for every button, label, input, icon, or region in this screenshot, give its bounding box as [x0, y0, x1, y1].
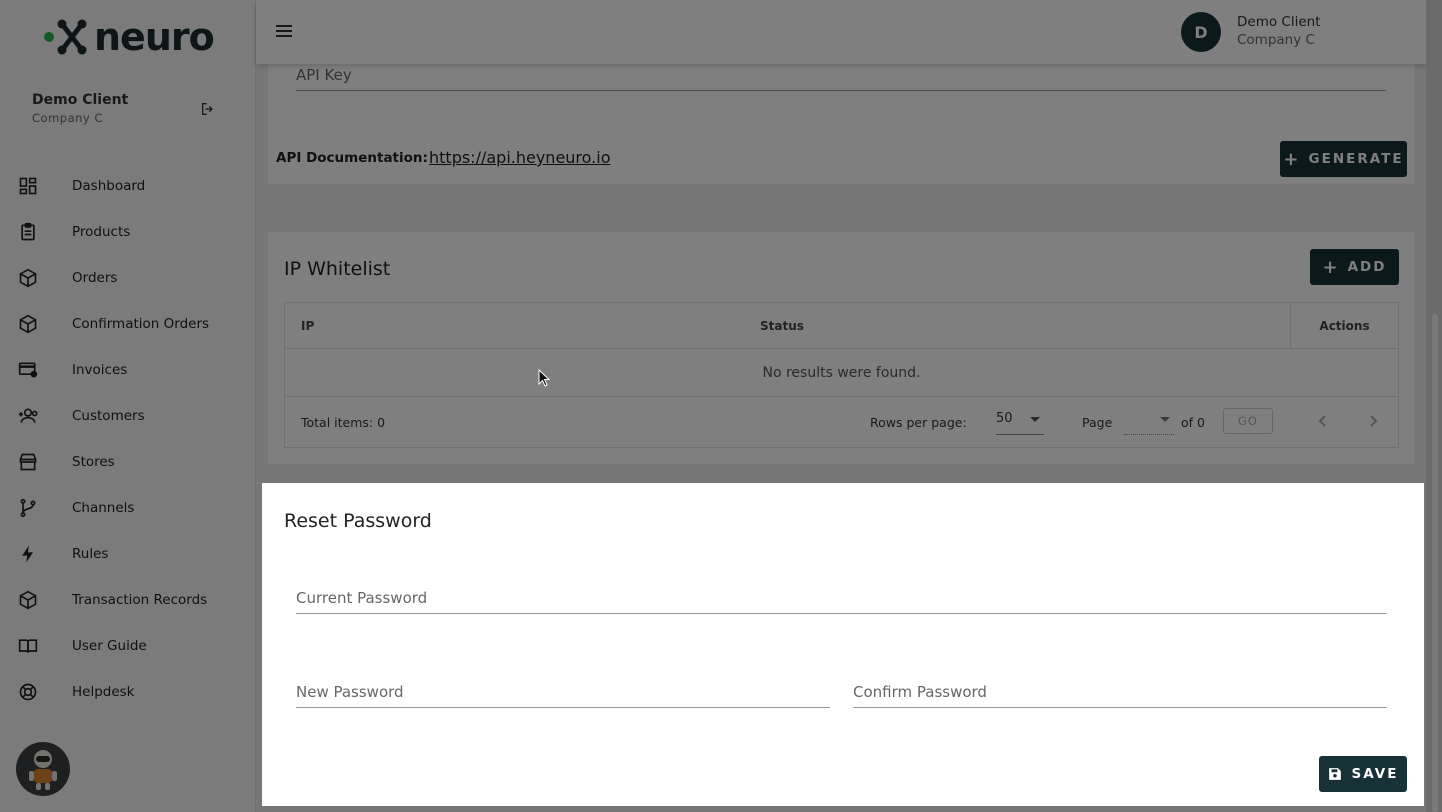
- reset-password-dialog: Reset Password SAVE: [262, 483, 1424, 806]
- confirm-password-field[interactable]: [853, 681, 1387, 708]
- mouse-cursor-icon: [538, 369, 550, 387]
- confirm-password-input[interactable]: [853, 681, 1387, 707]
- save-button[interactable]: SAVE: [1319, 756, 1407, 792]
- reset-password-title: Reset Password: [284, 510, 432, 532]
- save-label: SAVE: [1351, 766, 1399, 782]
- scrollbar-thumb[interactable]: [1432, 314, 1438, 812]
- current-password-input[interactable]: [296, 587, 1387, 613]
- new-password-field[interactable]: [296, 681, 830, 708]
- new-password-input[interactable]: [296, 681, 830, 707]
- save-icon: [1328, 768, 1341, 780]
- current-password-field[interactable]: [296, 587, 1387, 614]
